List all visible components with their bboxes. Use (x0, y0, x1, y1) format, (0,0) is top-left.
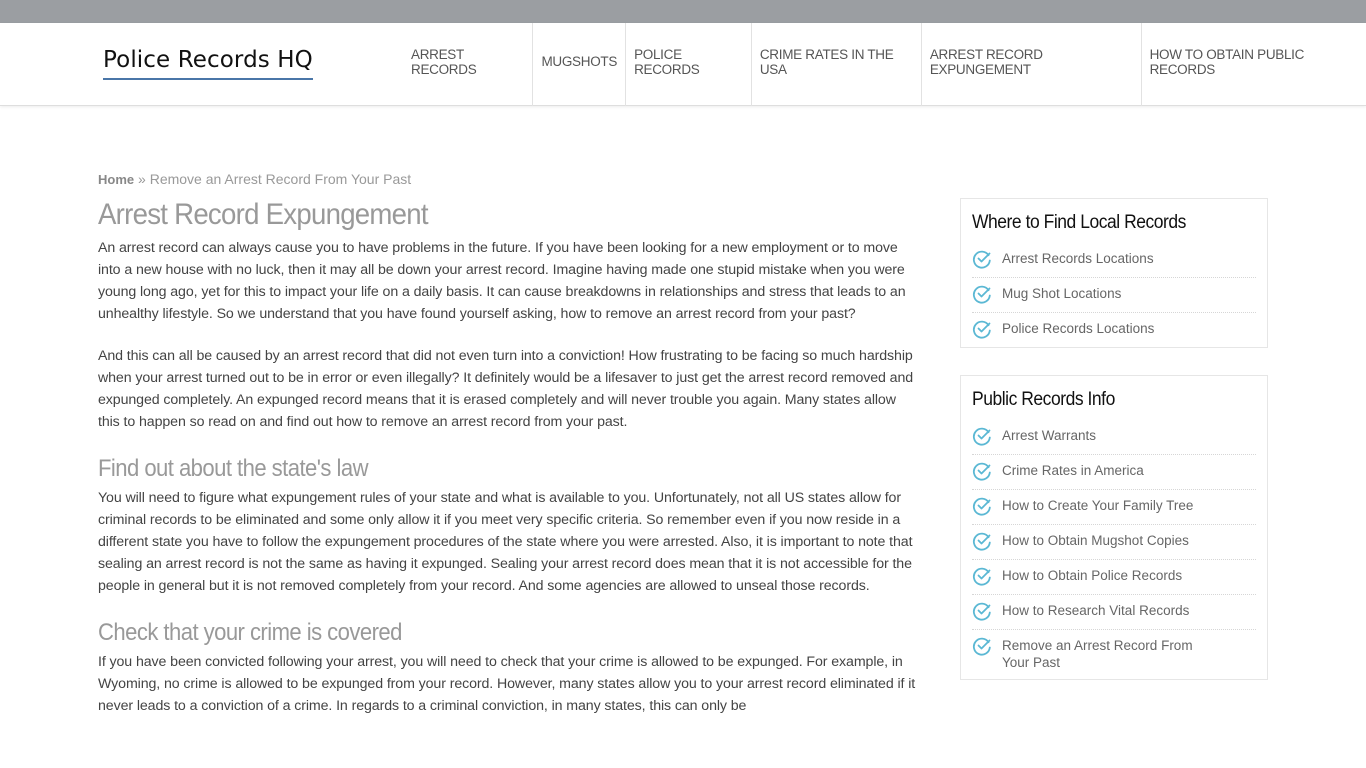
check-circle-icon (972, 637, 991, 656)
widget-link-label: How to Obtain Mugshot Copies (1002, 533, 1189, 548)
breadcrumb-separator: » (134, 171, 150, 187)
top-bar (0, 0, 1366, 23)
check-circle-icon (972, 497, 991, 516)
widget-link[interactable]: Mug Shot Locations (972, 278, 1256, 313)
breadcrumb: Home » Remove an Arrest Record From Your… (98, 168, 918, 191)
breadcrumb-current: Remove an Arrest Record From Your Past (149, 171, 412, 187)
widget-link-label: Arrest Warrants (1002, 428, 1097, 443)
widget-link[interactable]: Arrest Warrants (972, 420, 1256, 455)
widget-link[interactable]: How to Research Vital Records (972, 595, 1256, 630)
widget-list: Arrest Warrants Crime Rates in America H… (972, 420, 1256, 679)
widget-link[interactable]: How to Obtain Mugshot Copies (972, 525, 1256, 560)
check-circle-icon (972, 285, 991, 304)
nav-item-mugshots[interactable]: Mugshots (533, 23, 627, 106)
nav-item-arrest-record-expungement[interactable]: Arrest Record Expungement (922, 23, 1142, 106)
check-circle-icon (972, 320, 991, 339)
section-heading-crime-covered: Check that your crime is covered (98, 619, 402, 646)
main-nav: Arrest Records Mugshots Police Records C… (403, 23, 1366, 106)
widget-link-label: Arrest Records Locations (1002, 251, 1154, 266)
section-text-state-law: You will need to figure what expungement… (98, 490, 913, 594)
section-text-crime-covered: If you have been convicted following you… (98, 654, 916, 714)
check-circle-icon (972, 250, 991, 269)
intro-paragraph-2: And this can all be caused by an arrest … (98, 348, 914, 430)
check-circle-icon (972, 462, 991, 481)
widget-link[interactable]: Police Records Locations (972, 313, 1256, 347)
nav-item-police-records[interactable]: Police Records (626, 23, 752, 106)
intro-paragraph-1: An arrest record can always cause you to… (98, 240, 906, 322)
check-circle-icon (972, 427, 991, 446)
check-circle-icon (972, 567, 991, 586)
site-header: Police Records HQ Arrest Records Mugshot… (0, 23, 1366, 106)
widget-link-label: Remove an Arrest Record From Your Past (1002, 638, 1193, 670)
widget-public-records-info: Public Records Info Arrest Warrants Crim… (960, 375, 1268, 680)
widget-link-label: How to Research Vital Records (1002, 603, 1190, 618)
nav-item-obtain-public-records[interactable]: How to Obtain Public Records (1142, 23, 1366, 106)
site-logo[interactable]: Police Records HQ (103, 45, 313, 80)
breadcrumb-home-link[interactable]: Home (98, 172, 134, 187)
widget-link-label: How to Create Your Family Tree (1002, 498, 1194, 513)
widget-link-label: How to Obtain Police Records (1002, 568, 1183, 583)
page-title: Arrest Record Expungement (98, 198, 429, 231)
widget-link[interactable]: How to Create Your Family Tree (972, 490, 1256, 525)
check-circle-icon (972, 532, 991, 551)
widget-title: Public Records Info (972, 389, 1115, 410)
nav-item-arrest-records[interactable]: Arrest Records (403, 23, 534, 106)
widget-title: Where to Find Local Records (972, 212, 1186, 233)
widget-link-label: Mug Shot Locations (1002, 286, 1122, 301)
widget-local-records: Where to Find Local Records Arrest Recor… (960, 198, 1268, 348)
widget-link-label: Police Records Locations (1002, 321, 1155, 336)
widget-link[interactable]: Crime Rates in America (972, 455, 1256, 490)
widget-link-label: Crime Rates in America (1002, 463, 1144, 478)
widget-link[interactable]: Arrest Records Locations (972, 243, 1256, 278)
main-content: Home » Remove an Arrest Record From Your… (98, 168, 918, 737)
widget-link[interactable]: How to Obtain Police Records (972, 560, 1256, 595)
section-heading-state-law: Find out about the state's law (98, 455, 369, 482)
widget-list: Arrest Records Locations Mug Shot Locati… (972, 243, 1256, 347)
check-circle-icon (972, 602, 991, 621)
nav-item-crime-rates[interactable]: Crime Rates in the USA (752, 23, 922, 106)
widget-link[interactable]: Remove an Arrest Record From Your Past (972, 630, 1256, 679)
